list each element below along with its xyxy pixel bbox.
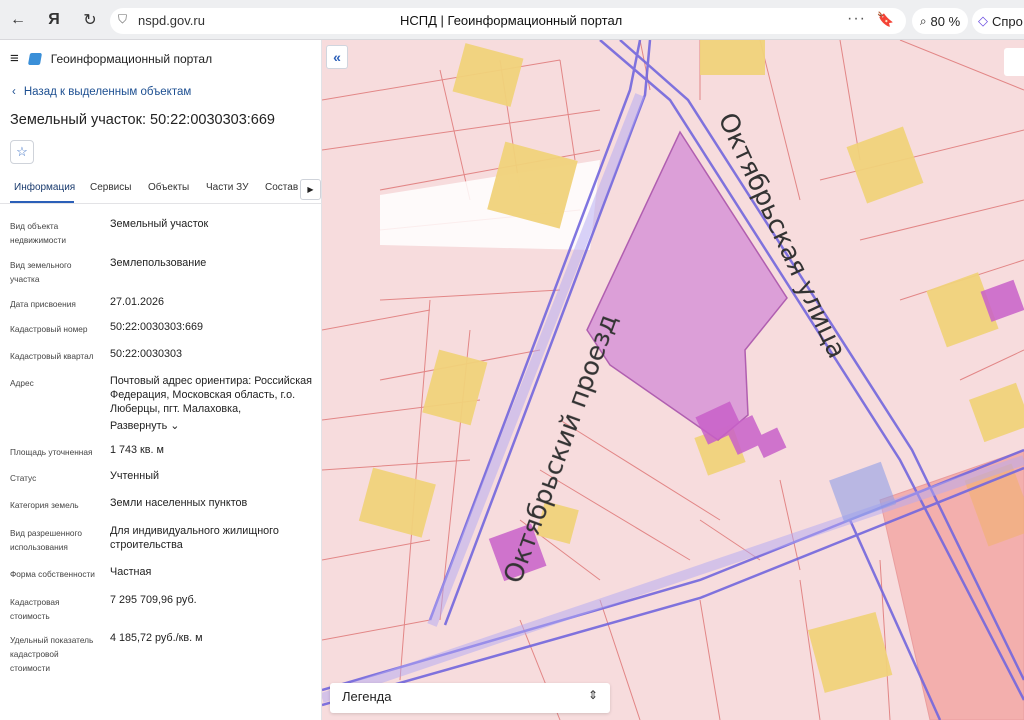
attr-label: Вид земельного участка <box>10 260 72 284</box>
attr-value: Земли населенных пунктов <box>110 497 248 509</box>
back-link-label: Назад к выделенным объектам <box>23 86 192 98</box>
shield-icon: ⛉ <box>118 12 128 26</box>
expand-address-link[interactable]: Развернуть ⌄ <box>110 419 315 433</box>
expand-label: Развернуть <box>110 420 168 432</box>
app-name: Геоинформационный портал <box>50 51 213 66</box>
browser-toolbar: ← Я ↻ ⛉ nspd.gov.ru НСПД | Геоинформацио… <box>0 0 1024 40</box>
attr-label: Дата присвоения <box>10 299 76 309</box>
address-bar[interactable]: ⛉ nspd.gov.ru НСПД | Геоинформационный п… <box>110 8 906 34</box>
ask-label: Спро <box>992 13 1023 29</box>
legend-dropdown[interactable]: Легенда ⇕ <box>330 683 610 713</box>
more-icon[interactable]: ··· <box>847 10 866 28</box>
bookmark-icon[interactable]: 🔖 <box>877 11 894 28</box>
ask-button[interactable]: ◇ Спро <box>972 8 1024 34</box>
page-tab-title: НСПД | Геоинформационный портал <box>400 13 623 28</box>
map-control[interactable] <box>1004 48 1024 76</box>
attr-label: Кадастровый номер <box>10 324 88 334</box>
collapse-panel-button[interactable]: « <box>326 45 348 69</box>
reload-icon[interactable]: ↻ <box>78 8 102 32</box>
legend-label: Легенда <box>342 689 392 704</box>
attr-label: Кадастровая стоимость <box>10 597 60 621</box>
tab-bar: Информация Сервисы Объекты Части ЗУ Сост… <box>0 177 322 204</box>
attr-value: 4 185,72 руб./кв. м <box>110 632 203 644</box>
active-tab-indicator <box>10 201 74 203</box>
attr-value: Учтенный <box>110 470 160 482</box>
tab-objects[interactable]: Объекты <box>148 182 189 193</box>
tab-information[interactable]: Информация <box>14 182 75 193</box>
page-title: Земельный участок: 50:22:0030303:669 <box>10 112 275 128</box>
zoom-control[interactable]: ⌕ 80 % <box>912 8 968 34</box>
attr-value: 1 743 кв. м <box>110 444 164 456</box>
zoom-level: 80 % <box>930 13 961 29</box>
attr-label: Категория земель <box>10 500 79 510</box>
favorite-button[interactable]: ☆ <box>10 140 34 164</box>
chevron-updown-icon: ⇕ <box>587 688 598 702</box>
url-text: nspd.gov.ru <box>138 13 205 28</box>
attr-label: Адрес <box>10 378 34 388</box>
attr-label: Вид разрешенного использования <box>10 528 82 552</box>
tab-parts[interactable]: Части ЗУ <box>206 182 248 193</box>
tab-composition[interactable]: Состав <box>265 182 298 193</box>
chevron-left-icon: ‹ <box>12 86 16 98</box>
cadastral-map: Октябрьский проезд Октябрьская улица <box>322 40 1024 720</box>
back-arrow-icon[interactable]: ← <box>6 8 30 32</box>
tabs-next-button[interactable]: ▶ <box>300 179 321 200</box>
double-chevron-left-icon: « <box>333 49 341 65</box>
attr-label: Кадастровый квартал <box>10 351 94 361</box>
attr-value: Землепользование <box>110 257 207 269</box>
attr-value: 27.01.2026 <box>110 296 165 308</box>
zoom-icon: ⌕ <box>919 13 927 28</box>
attr-label: Площадь уточненная <box>10 447 93 457</box>
attr-label: Форма собственности <box>10 569 95 579</box>
back-to-selected-link[interactable]: ‹ Назад к выделенным объектам <box>12 86 191 98</box>
star-icon: ☆ <box>16 144 28 159</box>
attr-label: Статус <box>10 473 37 483</box>
attr-label: Вид объекта недвижимости <box>10 221 66 245</box>
attr-value: Почтовый адрес ориентира: Российская Фед… <box>110 375 313 415</box>
tab-services[interactable]: Сервисы <box>90 182 131 193</box>
attr-value: 7 295 709,96 руб. <box>110 594 197 606</box>
attr-value: Частная <box>110 566 152 578</box>
map-canvas[interactable]: Октябрьский проезд Октябрьская улица <box>322 40 1024 720</box>
attr-value[interactable]: 50:22:0030303 <box>110 347 315 361</box>
info-panel: ≡ Геоинформационный портал ‹ Назад к выд… <box>0 40 322 720</box>
portal-logo-icon <box>27 52 42 65</box>
attr-label: Удельный показатель кадастровой стоимост… <box>10 635 94 673</box>
assistant-icon: ◇ <box>978 13 988 28</box>
chevron-right-icon: ▶ <box>307 185 314 194</box>
menu-icon[interactable]: ≡ <box>10 50 19 67</box>
attr-value[interactable]: 50:22:0030303:669 <box>110 320 315 334</box>
attr-value: Для индивидуального жилищного строительс… <box>110 525 279 551</box>
browser-logo-icon[interactable]: Я <box>42 8 66 32</box>
chevron-down-icon: ⌄ <box>170 420 180 432</box>
attr-value: Земельный участок <box>110 218 209 230</box>
